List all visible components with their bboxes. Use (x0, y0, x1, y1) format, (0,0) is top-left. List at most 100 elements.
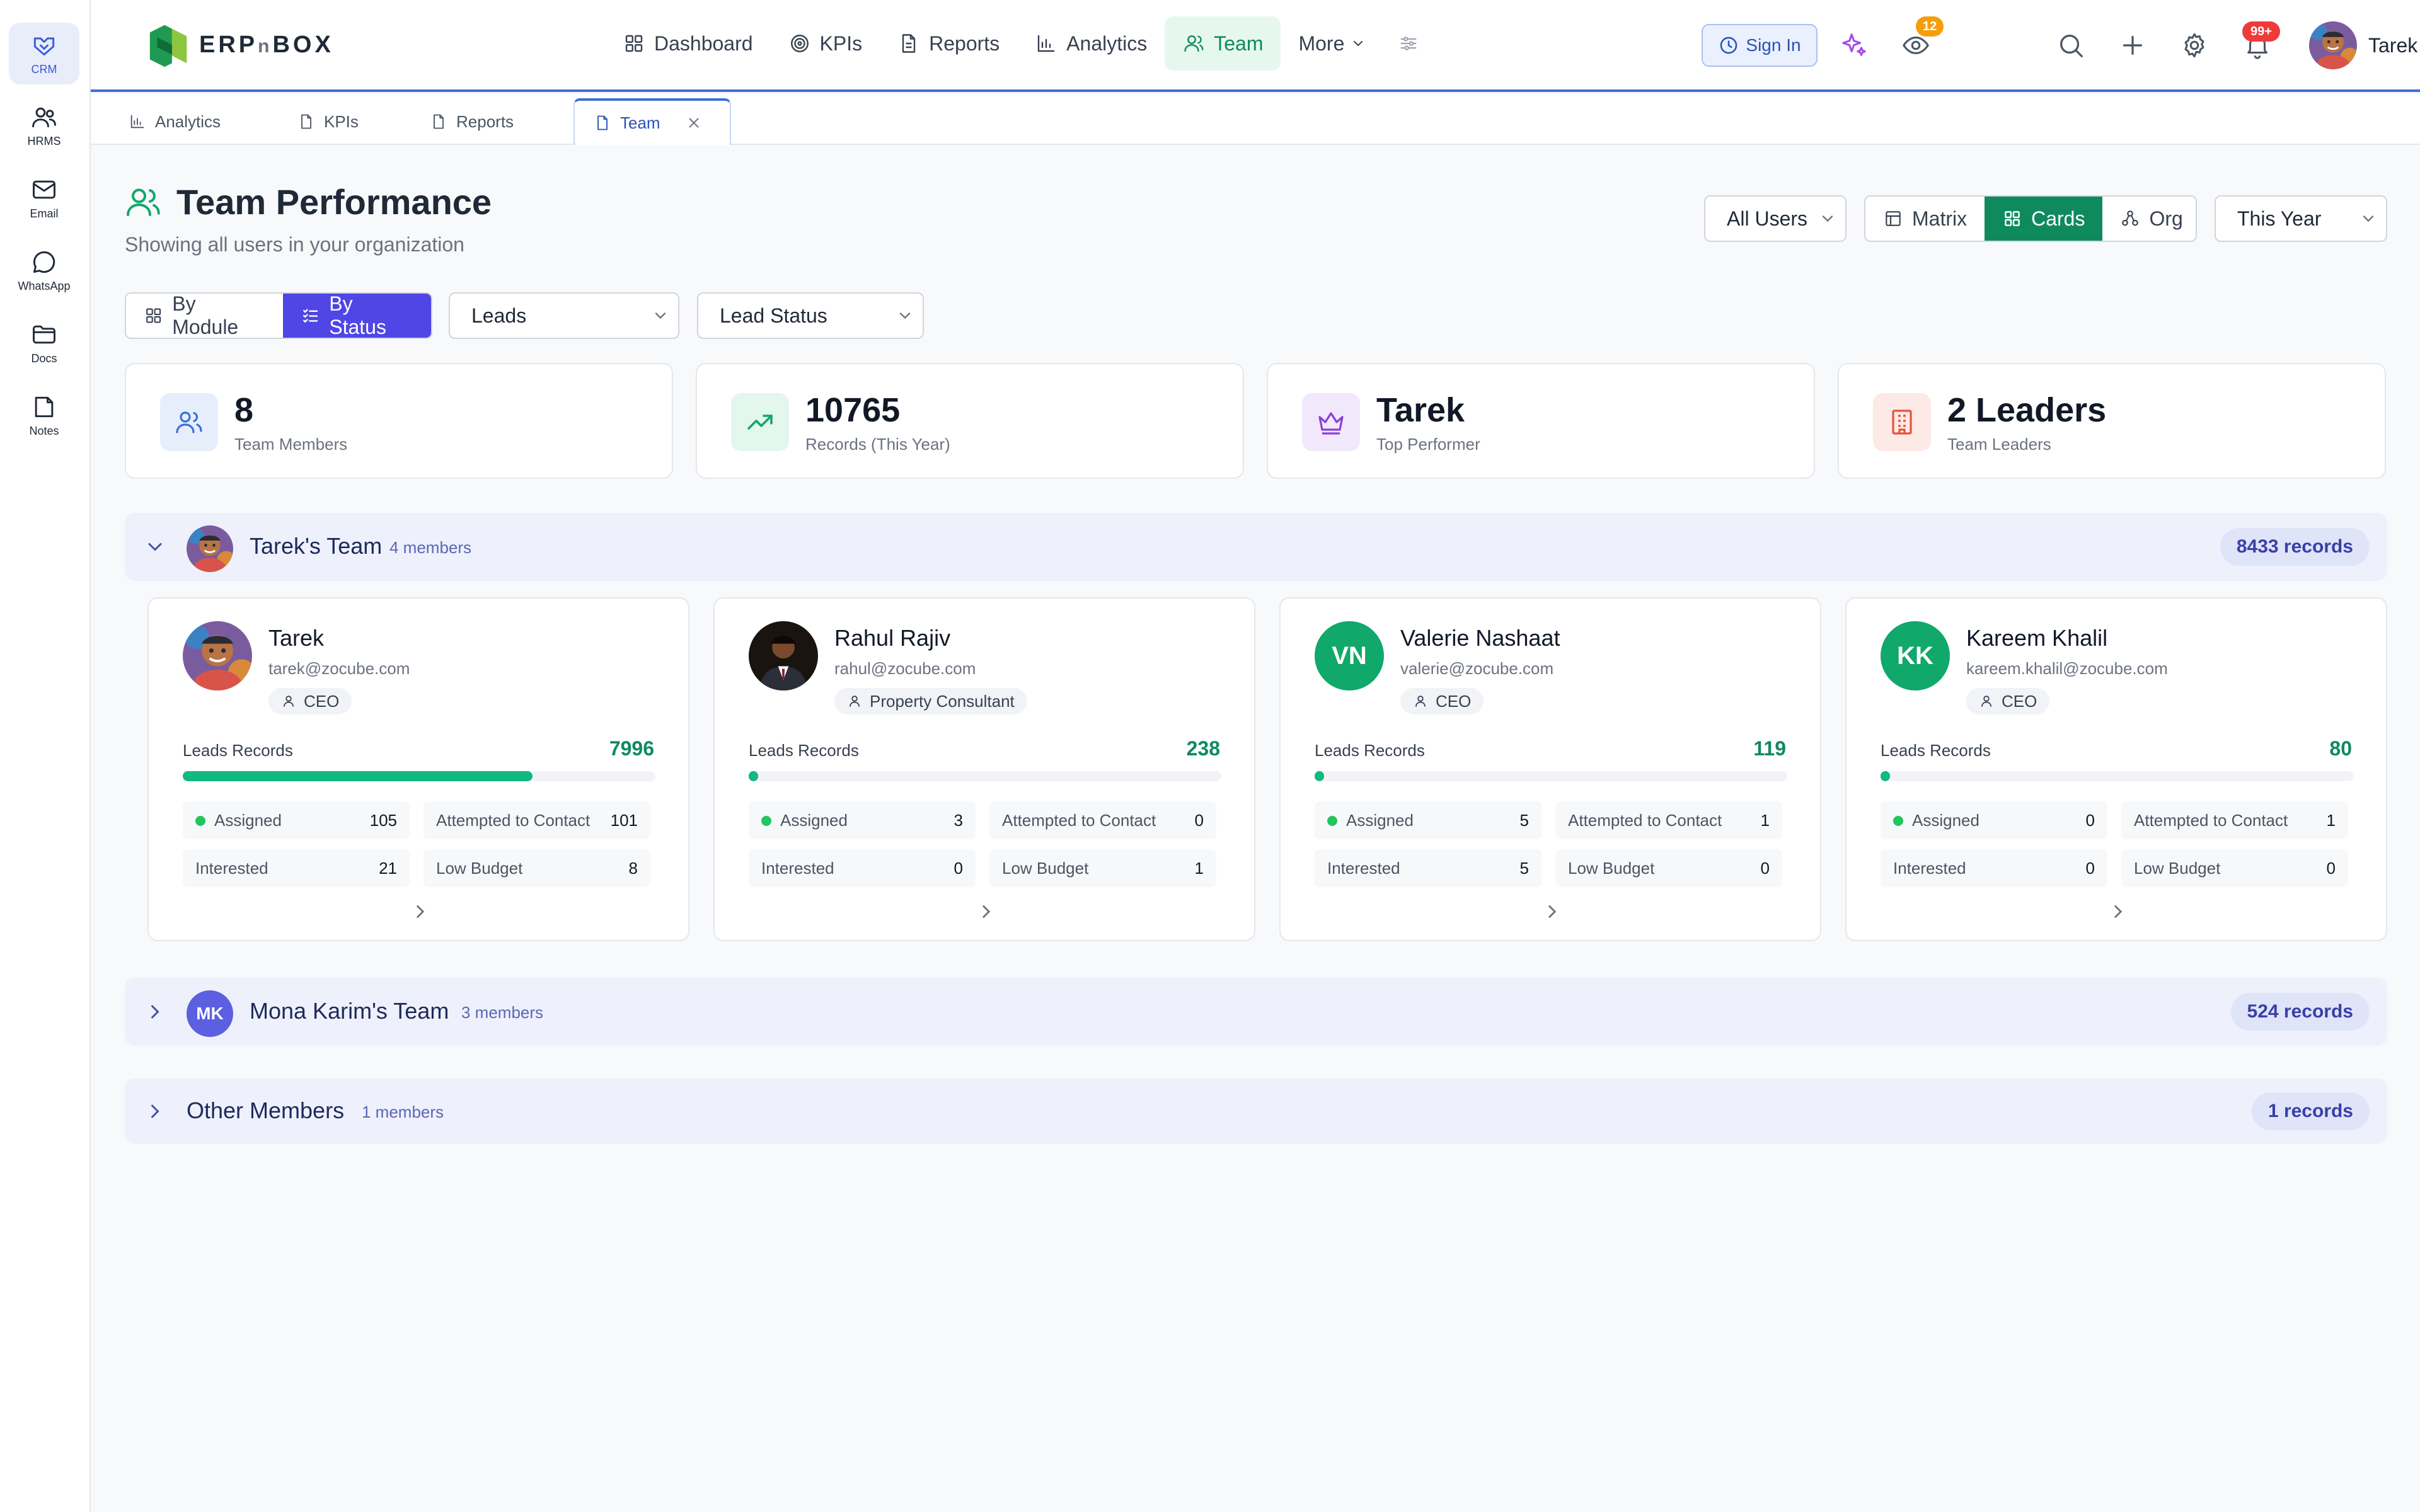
stat-card-top-performer: Tarek Top Performer (1267, 363, 1815, 479)
nav-reports[interactable]: Reports (880, 16, 1017, 71)
member-card[interactable]: Rahul Rajiv rahul@zocube.com Property Co… (713, 597, 1255, 941)
select-value: Leads (471, 304, 527, 327)
chevron-down-icon (1354, 41, 1363, 47)
status-value: 1 (1194, 858, 1204, 878)
team-leader-avatar: MK (187, 990, 233, 1037)
search-button[interactable] (2052, 26, 2090, 64)
stat-icon-box (160, 393, 218, 451)
status-field-select[interactable]: Lead Status (697, 292, 924, 339)
tab-reports[interactable]: Reports (430, 98, 514, 145)
nav-label: Analytics (1066, 32, 1148, 55)
ai-sparkle-button[interactable] (1835, 26, 1873, 64)
records-progress-fill (1881, 771, 1890, 781)
stat-value: Tarek (1376, 391, 1465, 429)
member-role: CEO (2002, 691, 2037, 711)
sidebar-item-notes[interactable]: Notes (9, 384, 79, 446)
nav-dashboard[interactable]: Dashboard (605, 16, 771, 71)
users-icon (176, 411, 202, 433)
status-value: 105 (369, 810, 397, 830)
chevron-down-icon (148, 543, 162, 551)
records-label: Leads Records (1881, 741, 1991, 760)
stat-card-records: 10765 Records (This Year) (696, 363, 1244, 479)
nav-customize-button[interactable] (1383, 16, 1434, 71)
by-status-button[interactable]: By Status (282, 294, 431, 338)
chevron-right-icon[interactable] (976, 901, 997, 922)
records-count: 80 (2329, 737, 2352, 760)
nav-label: Team (1214, 32, 1264, 55)
team-group-header[interactable]: MK Mona Karim's Team 3 members 524 recor… (125, 978, 2387, 1046)
member-email: valerie@zocube.com (1400, 659, 1554, 678)
status-value: 5 (1519, 858, 1529, 878)
status-label: Low Budget (436, 858, 523, 878)
chevron-down-icon (655, 312, 666, 319)
status-label: Interested (195, 858, 268, 878)
nav-team[interactable]: Team (1165, 16, 1281, 71)
view-matrix-button[interactable]: Matrix (1865, 197, 1985, 241)
records-progress-bar (749, 771, 1221, 781)
team-group-header[interactable]: Tarek's Team 4 members 8433 records (125, 513, 2387, 581)
view-org-button[interactable]: Org (2102, 197, 2196, 241)
status-cell: Assigned 0 (1881, 801, 2107, 839)
group-mode-switcher: By Module By Status (125, 292, 432, 339)
avatar-photo-icon (183, 621, 252, 690)
user-name: Tarek (2368, 33, 2418, 57)
status-label: Attempted to Contact (1568, 810, 1722, 830)
nav-more[interactable]: More (1281, 16, 1383, 71)
settings-button[interactable] (2175, 26, 2213, 64)
stat-icon-box (1302, 393, 1360, 451)
status-cell: Low Budget 8 (424, 849, 650, 887)
team-group-header[interactable]: Other Members 1 members 1 records (125, 1079, 2387, 1144)
plus-icon (2123, 35, 2143, 55)
chevron-right-icon[interactable] (410, 901, 431, 922)
sidebar-item-crm[interactable]: CRM (9, 23, 79, 84)
tab-label: KPIs (324, 112, 359, 131)
records-count: 119 (1753, 737, 1786, 760)
user-menu[interactable]: Tarek (2309, 21, 2420, 69)
page-title-text: Team Performance (176, 182, 492, 222)
org-chart-icon (2122, 210, 2139, 226)
member-avatar: KK (1881, 621, 1950, 690)
stat-value: 10765 (805, 391, 901, 429)
member-role: CEO (1436, 691, 1472, 711)
avatar-photo-icon (187, 525, 233, 572)
user-filter-select[interactable]: All Users (1704, 195, 1847, 242)
status-cell: Interested 0 (749, 849, 976, 887)
by-module-button[interactable]: By Module (126, 294, 283, 338)
member-avatar: VN (1315, 621, 1384, 690)
team-member-count: 1 members (362, 1102, 444, 1121)
chevron-right-icon[interactable] (1541, 901, 1563, 922)
sidebar-item-email[interactable]: Email (9, 167, 79, 229)
status-cell: Assigned 105 (183, 801, 410, 839)
nav-kpis[interactable]: KPIs (771, 16, 880, 71)
group-mode-label: By Module (172, 292, 239, 338)
view-cards-button[interactable]: Cards (1985, 197, 2103, 241)
status-label: Low Budget (1568, 858, 1655, 878)
add-button[interactable] (2114, 26, 2152, 64)
member-card[interactable]: Tarek tarek@zocube.com CEO Leads Records… (147, 597, 689, 941)
sidebar-item-whatsapp[interactable]: WhatsApp (9, 239, 79, 301)
member-card[interactable]: VN Valerie Nashaat valerie@zocube.com CE… (1279, 597, 1821, 941)
status-label: Low Budget (1002, 858, 1089, 878)
chevron-right-icon[interactable] (2107, 901, 2129, 922)
status-value: 0 (2085, 810, 2095, 830)
app-logo[interactable]: ERPnBOX (145, 20, 334, 69)
tab-kpis[interactable]: KPIs (297, 98, 359, 145)
tab-analytics[interactable]: Analytics (129, 98, 221, 145)
folder-icon (33, 325, 55, 343)
sign-in-button[interactable]: Sign In (1702, 24, 1818, 67)
member-card[interactable]: KK Kareem Khalil kareem.khalil@zocube.co… (1845, 597, 2387, 941)
member-role-badge: CEO (268, 688, 352, 714)
nav-analytics[interactable]: Analytics (1017, 16, 1165, 71)
sidebar-item-hrms[interactable]: HRMS (9, 94, 79, 156)
logo-text-mid: n (258, 35, 273, 57)
team-name: Mona Karim's Team (250, 998, 449, 1024)
avatar-photo-icon (749, 621, 818, 690)
sidebar-item-docs[interactable]: Docs (9, 312, 79, 374)
status-cell: Assigned 3 (749, 801, 976, 839)
close-tab-icon[interactable] (686, 115, 702, 131)
status-cell: Attempted to Contact 101 (424, 801, 650, 839)
status-label: Attempted to Contact (1002, 810, 1156, 830)
period-select[interactable]: This Year (2215, 195, 2387, 242)
module-select[interactable]: Leads (449, 292, 679, 339)
tab-team[interactable]: Team (573, 98, 731, 145)
